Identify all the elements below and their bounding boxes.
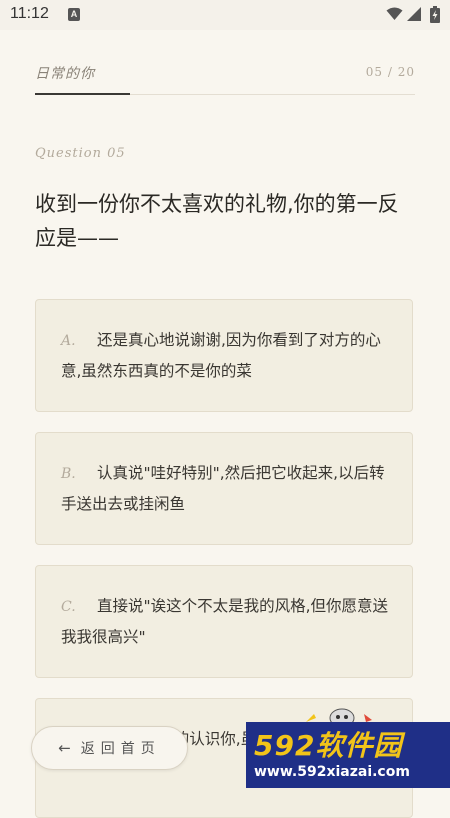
option-text: 还是真心地说谢谢,因为你看到了对方的心意,虽然东西真的不是你的菜 — [61, 331, 381, 380]
section-title: 日常的你 — [35, 66, 95, 82]
option-c[interactable]: C. 直接说"诶这个不太是我的风格,但你愿意送我我很高兴" — [35, 565, 413, 678]
watermark-url: www.592xiazai.com — [254, 764, 410, 780]
back-home-button[interactable]: ← 返回首页 — [31, 726, 188, 770]
question-text: 收到一份你不太喜欢的礼物,你的第一反应是—— — [35, 192, 399, 250]
site-watermark: 592软件园 www.592xiazai.com — [246, 722, 450, 788]
battery-icon — [430, 6, 440, 23]
progress-counter: 05 / 20 — [365, 65, 415, 79]
option-b[interactable]: B. 认真说"哇好特别",然后把它收起来,以后转手送出去或挂闲鱼 — [35, 432, 413, 545]
option-a[interactable]: A. 还是真心地说谢谢,因为你看到了对方的心意,虽然东西真的不是你的菜 — [35, 299, 413, 412]
progress-track — [35, 93, 415, 95]
wifi-icon — [386, 7, 403, 20]
signal-icon — [407, 7, 421, 21]
back-arrow-icon: ← — [58, 739, 71, 757]
notification-icon: A — [68, 8, 80, 21]
status-time: 11:12 — [10, 5, 49, 22]
option-text: 认真说"哇好特别",然后把它收起来,以后转手送出去或挂闲鱼 — [61, 464, 385, 513]
progress-fill — [35, 93, 130, 95]
status-bar: 11:12 A — [0, 0, 450, 30]
watermark-brand: 592软件园 — [254, 729, 403, 762]
back-home-label: 返回首页 — [80, 741, 161, 757]
question-number: Question 05 — [35, 146, 126, 161]
option-text: 直接说"诶这个不太是我的风格,但你愿意送我我很高兴" — [61, 597, 389, 646]
